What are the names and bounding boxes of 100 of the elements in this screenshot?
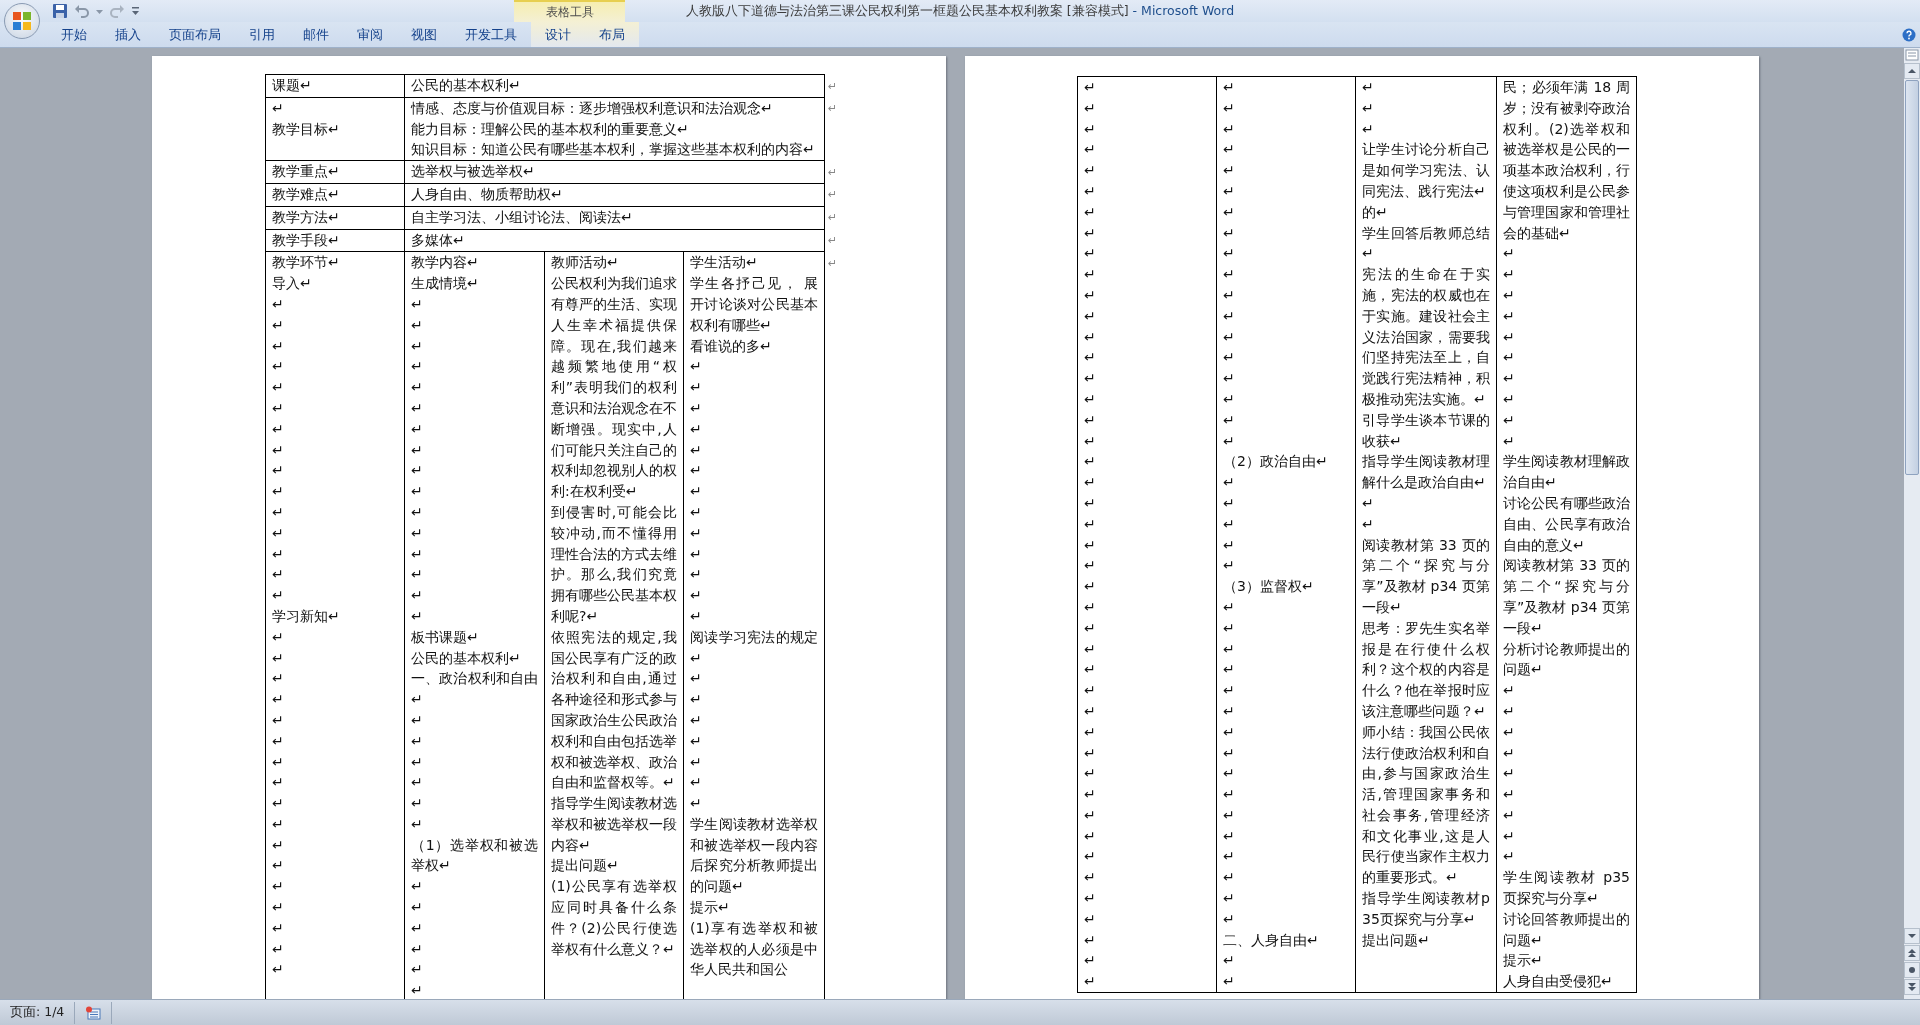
- cell-paragraph: 公民权利为我们追求有尊严的生活、实现人生幸术福提供保障。现在,我们越来越频繁地使用“权利”表明我们的权利意识和法治观念在不断增强。现实中,人们可能只关注自己的权利却忽视别人的权利:在权利受↵: [551, 274, 677, 502]
- cell-paragraph: ↵: [1223, 826, 1236, 846]
- cell-paragraph: ↵: [1084, 244, 1097, 264]
- cell-paragraph: ↵: [1084, 265, 1097, 285]
- cell-paragraph: ↵: [1084, 285, 1097, 305]
- cell-paragraph: 到侵害时,可能会比较冲动,而不懂得用理性合法的方式去维护。那么,我们究竟拥有哪些公民基本权利呢?↵: [551, 502, 677, 626]
- cell-paragraph: 提示↵: [690, 898, 731, 918]
- scroll-down-button[interactable]: [1904, 928, 1920, 944]
- page-indicator[interactable]: 页面: 1/4: [0, 1004, 75, 1021]
- cell-paragraph: ↵: [1223, 306, 1236, 326]
- cell-paragraph: ↵: [411, 565, 424, 585]
- ribbon-tab[interactable]: 审阅: [343, 22, 397, 47]
- cell-paragraph: ↵: [272, 856, 285, 876]
- cell-paragraph: ↵: [1503, 826, 1516, 846]
- ribbon-tab[interactable]: 页面布局: [155, 22, 235, 47]
- cell-paragraph: ↵: [1362, 493, 1375, 513]
- cell-paragraph: ↵: [272, 565, 285, 585]
- cell-paragraph: ↵: [1223, 369, 1236, 389]
- cell-paragraph: ↵: [1503, 265, 1516, 285]
- cell-paragraph: ↵: [1223, 98, 1236, 118]
- cell-paragraph: 二、人身自由↵: [1223, 930, 1320, 950]
- cell-paragraph: ↵: [690, 502, 703, 522]
- cell-paragraph: ↵: [690, 357, 703, 377]
- cell-paragraph: ↵: [411, 357, 424, 377]
- cell-paragraph: 学生回答后教师总结↵: [1362, 223, 1490, 264]
- cell-paragraph: 一、政治权利和自由↵: [411, 669, 538, 710]
- cell-paragraph: ↵: [1084, 306, 1097, 326]
- cell-paragraph: ↵: [272, 960, 285, 980]
- cell-paragraph: ↵: [1084, 140, 1097, 160]
- cell-paragraph: ↵: [272, 419, 285, 439]
- cell-paragraph: ↵: [411, 710, 424, 730]
- ruler-toggle-icon[interactable]: [1904, 48, 1920, 62]
- cell-paragraph: ↵: [690, 690, 703, 710]
- cell-paragraph: 指导学生阅读教材p35页探究与分享↵: [1362, 889, 1490, 929]
- scroll-up-button[interactable]: [1904, 63, 1920, 79]
- cell-paragraph: ↵: [1084, 930, 1097, 950]
- cell-paragraph: ↵: [1223, 140, 1236, 160]
- ribbon-tab[interactable]: 设计: [531, 22, 585, 47]
- cell-paragraph: ↵: [411, 378, 424, 398]
- cell-paragraph: ↵: [1223, 78, 1236, 97]
- cell-paragraph: ↵: [272, 690, 285, 710]
- cell-paragraph: ↵: [690, 482, 703, 502]
- cell-paragraph: 公民的基本权利↵: [411, 76, 522, 95]
- cell-paragraph: ↵: [411, 939, 424, 959]
- ribbon-tab[interactable]: 开始: [47, 22, 101, 47]
- cell-paragraph: ↵: [1084, 78, 1097, 97]
- cell-paragraph: ↵: [1503, 410, 1516, 430]
- ribbon-tab[interactable]: 布局: [585, 22, 639, 47]
- ribbon-tab[interactable]: 引用: [235, 22, 289, 47]
- select-browse-object-button[interactable]: [1904, 962, 1920, 978]
- cell-paragraph: 多媒体↵: [411, 230, 466, 250]
- cell-paragraph: 宪法的生命在于实施，宪法的权威也在于实施。建设社会主义法治国家，需要我们坚持宪法至上，自觉践行宪法精神，积极推动宪法实施。↵: [1362, 265, 1490, 409]
- help-icon[interactable]: [1902, 27, 1916, 42]
- cell-paragraph: ↵: [1084, 577, 1097, 597]
- row-end-mark: ↵: [828, 79, 838, 93]
- macro-record-icon[interactable]: [85, 1005, 102, 1020]
- cell-paragraph: ↵: [272, 710, 285, 730]
- cell-paragraph: ↵: [1223, 389, 1236, 409]
- cell-paragraph: 看谁说的多↵: [690, 336, 773, 356]
- ribbon-tab[interactable]: 开发工具: [451, 22, 531, 47]
- cell-paragraph: 学生各抒己见， 展开讨论谈对公民基本权利有哪些↵: [690, 274, 818, 335]
- row-end-mark: ↵: [828, 165, 838, 179]
- ribbon-tab[interactable]: 视图: [397, 22, 451, 47]
- cell-paragraph: ↵: [1503, 847, 1516, 867]
- cell-paragraph: ↵: [411, 773, 424, 793]
- cell-paragraph: ↵: [411, 461, 424, 481]
- cell-paragraph: ↵: [1223, 348, 1236, 368]
- cell-paragraph: ↵: [1223, 618, 1236, 638]
- cell-paragraph: (1)享有选举权和被选举权的人必须是中华人民共和国公: [690, 918, 818, 980]
- cell-paragraph: ↵: [272, 669, 285, 689]
- cell-paragraph: ↵: [1223, 410, 1236, 430]
- cell-paragraph: （2）政治自由↵: [1223, 452, 1329, 472]
- cell-paragraph: ↵: [1084, 743, 1097, 763]
- next-page-button[interactable]: [1904, 979, 1920, 995]
- previous-page-button[interactable]: [1904, 945, 1920, 961]
- cell-paragraph: ↵: [1084, 98, 1097, 118]
- cell-paragraph: ↵: [1503, 431, 1516, 451]
- cell-paragraph: 提示↵: [1503, 951, 1544, 971]
- ribbon-tab[interactable]: 插入: [101, 22, 155, 47]
- cell-paragraph: 自主学习法、小组讨论法、阅读法↵: [411, 207, 634, 227]
- cell-paragraph: ↵: [411, 794, 424, 814]
- cell-paragraph: 学生阅读教材选举权和被选举权一段内容后探究分析教师提出的问题↵: [690, 814, 818, 897]
- cell-paragraph: ↵: [1084, 909, 1097, 929]
- cell-paragraph: ↵: [272, 773, 285, 793]
- ribbon-tab[interactable]: 邮件: [289, 22, 343, 47]
- cell-paragraph: ↵: [272, 544, 285, 564]
- cell-paragraph: 提出问题↵: [551, 856, 620, 876]
- customize-toolbar-icon[interactable]: [131, 6, 140, 16]
- cell-paragraph: ↵: [1223, 743, 1236, 763]
- save-icon[interactable]: [52, 3, 68, 19]
- cell-paragraph: ↵: [1084, 785, 1097, 805]
- cell-paragraph: 阅读教材第 33 页的第二个“探究与分享”及教材 p34 页第一段↵: [1503, 556, 1630, 638]
- cell-paragraph: ↵: [1223, 182, 1236, 201]
- row-end-mark: ↵: [828, 102, 838, 116]
- cell-paragraph: ↵: [411, 586, 424, 606]
- undo-icon[interactable]: [74, 3, 90, 19]
- cell-paragraph: ↵: [1084, 431, 1097, 451]
- cell-paragraph: ↵: [272, 398, 285, 418]
- cell-paragraph: ↵: [690, 523, 703, 543]
- contextual-tab-header: 表格工具: [514, 0, 625, 22]
